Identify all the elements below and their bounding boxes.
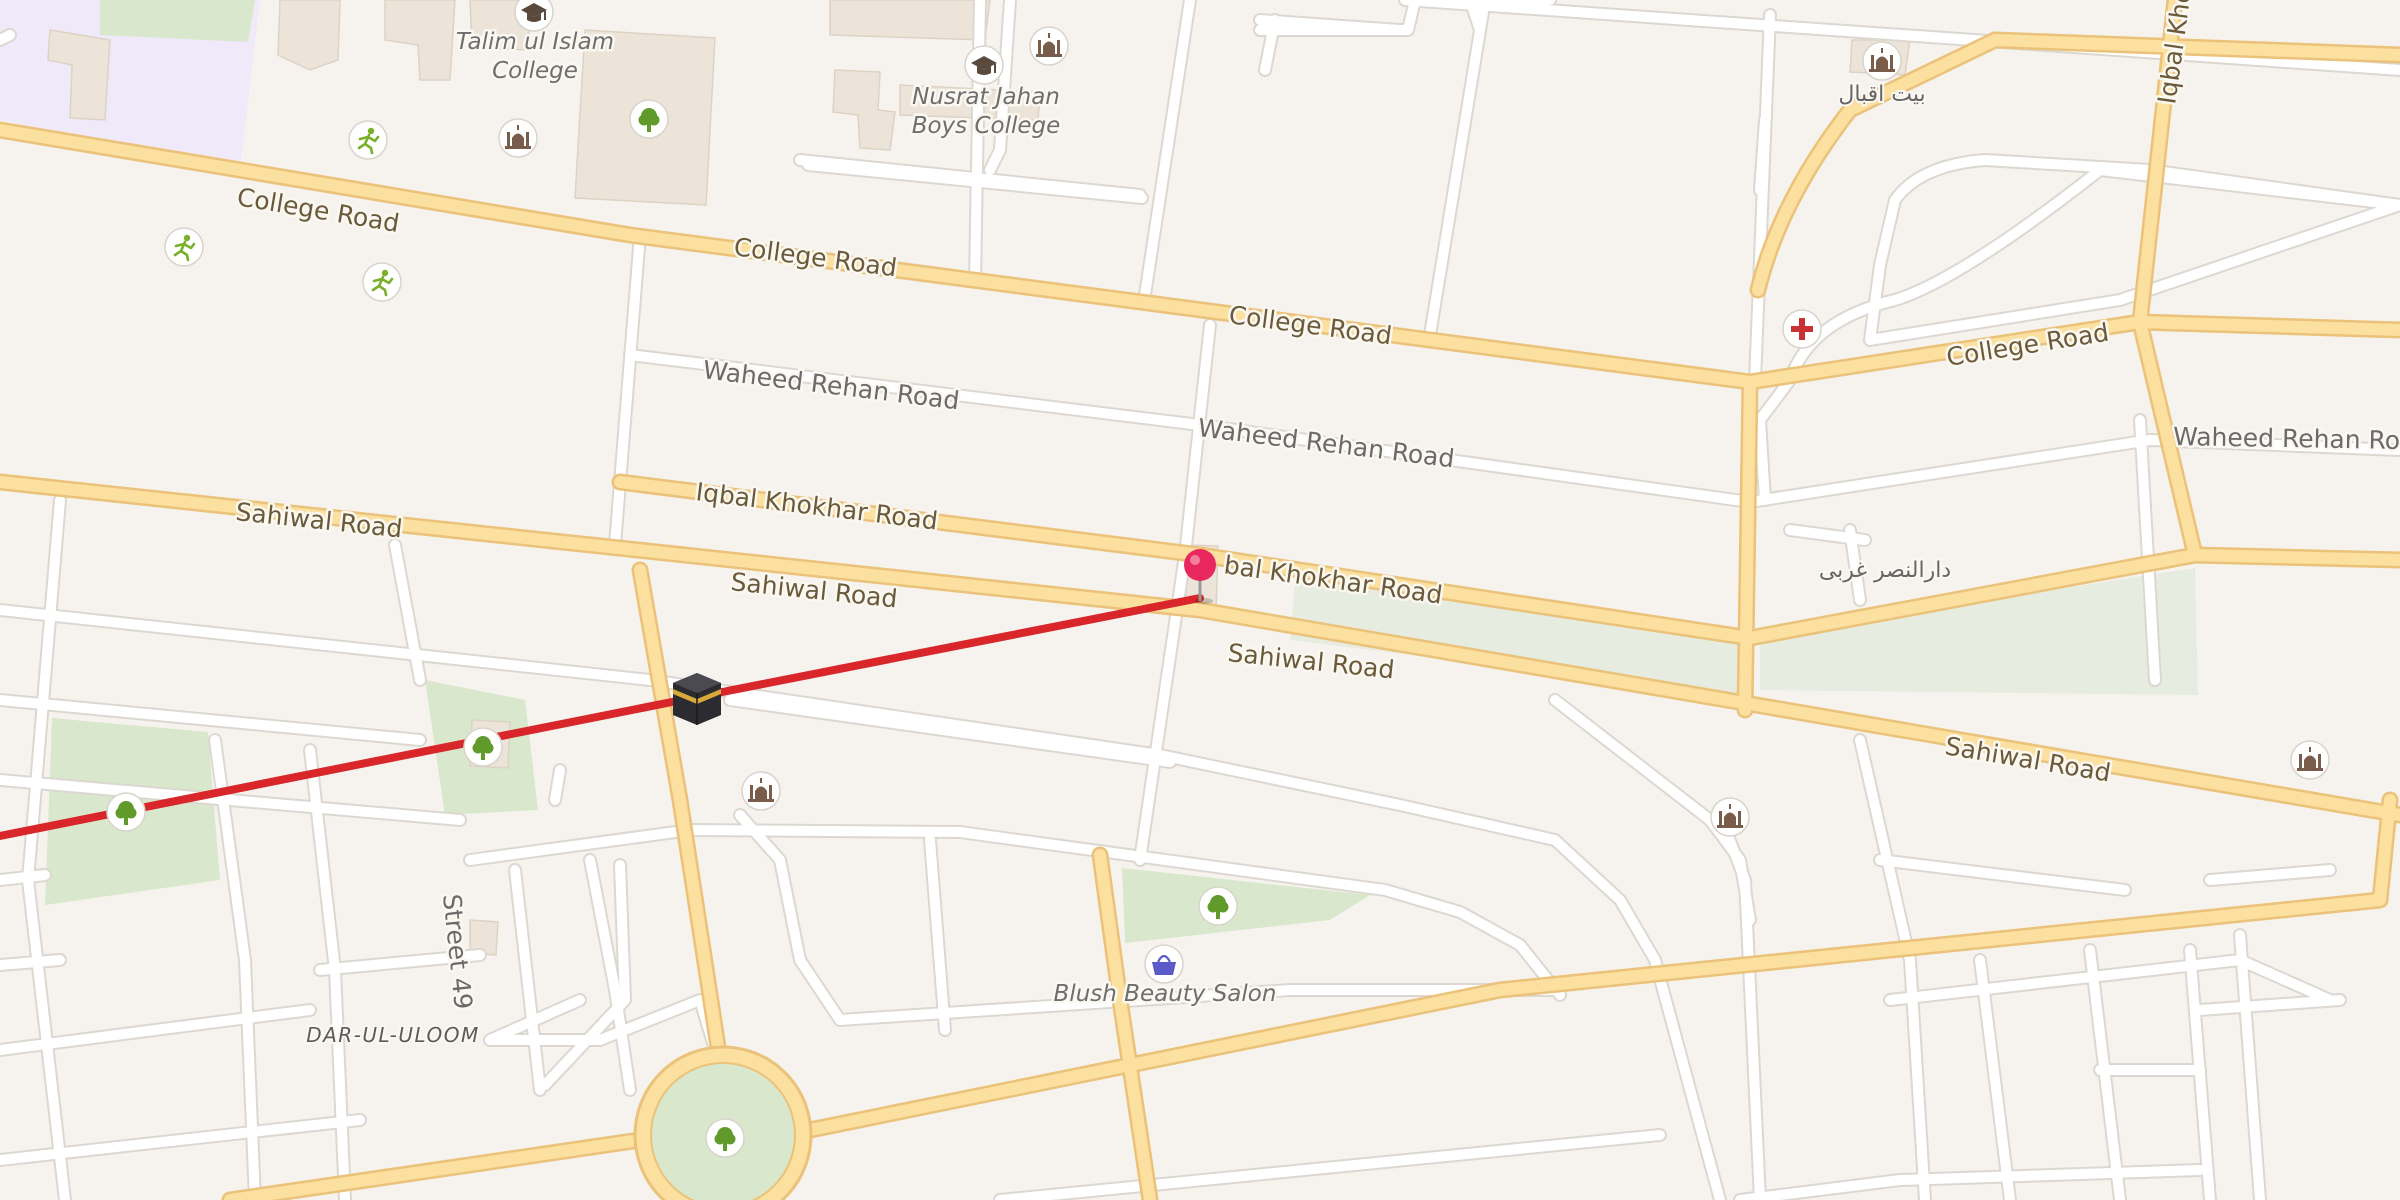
mosque-icon[interactable] [1029, 26, 1069, 66]
mosque-icon[interactable] [1710, 797, 1750, 837]
graduation-cap-icon[interactable] [514, 0, 554, 32]
road-label-college-road: College Road [1227, 300, 1393, 350]
kaaba-icon[interactable] [673, 673, 721, 725]
medical-cross-icon[interactable] [1782, 309, 1822, 349]
place-label-bait-ul-iqbal: بیت اقبال [1838, 82, 1925, 107]
tree-icon[interactable] [629, 99, 669, 139]
tree-icon[interactable] [705, 1118, 745, 1158]
road-label-sahiwal-road: Sahiwal Road [234, 497, 403, 543]
road-label-waheed-rehan-road: Waheed Rehan Road [1196, 413, 1456, 473]
graduation-cap-icon[interactable] [964, 45, 1004, 85]
place-label-blush-beauty-salon: Blush Beauty Salon [1054, 981, 1277, 1007]
shopping-basket-icon[interactable] [1144, 944, 1184, 984]
road-label-sahiwal-road: Sahiwal Road [1943, 731, 2113, 787]
place-label-talim-ul-islam: Talim ul Islam [456, 29, 614, 55]
mosque-icon[interactable] [741, 771, 781, 811]
mosque-icon[interactable] [498, 118, 538, 158]
road-label-street-49: Street 49 [437, 893, 478, 1011]
park-area [100, 0, 255, 42]
tree-icon[interactable] [463, 727, 503, 767]
place-label-talim-ul-islam: College [492, 58, 578, 84]
map-canvas[interactable]: College Road College Road College Road C… [0, 0, 2400, 1200]
area-label-dar-ul-nasr-gharbi: دارالنصر غربی [1819, 558, 1951, 583]
area-label-dar-ul-uloom: DAR-UL-ULOOM [306, 1023, 480, 1047]
tree-icon[interactable] [1198, 886, 1238, 926]
road-label-waheed-rehan-road: Waheed Rehan Road [701, 355, 961, 415]
road-labels: College Road College Road College Road C… [232, 0, 2400, 1013]
map-svg[interactable]: College Road College Road College Road C… [0, 0, 2400, 1200]
road-label-iqbal-khokhar-road: Iqbal Khokhar Road [694, 477, 939, 535]
sport-icon[interactable] [361, 261, 403, 303]
tree-icon[interactable] [106, 792, 146, 832]
mosque-icon[interactable] [1862, 41, 1902, 81]
sport-icon[interactable] [347, 119, 389, 161]
sport-icon[interactable] [163, 226, 205, 268]
place-label-nusrat-jahan: Boys College [912, 113, 1061, 139]
road-label-waheed-rehan-road: Waheed Rehan Roa [2173, 422, 2400, 455]
place-label-nusrat-jahan: Nusrat Jahan [912, 84, 1060, 110]
road-label-college-road: College Road [732, 232, 898, 282]
mosque-icon[interactable] [2290, 740, 2330, 780]
